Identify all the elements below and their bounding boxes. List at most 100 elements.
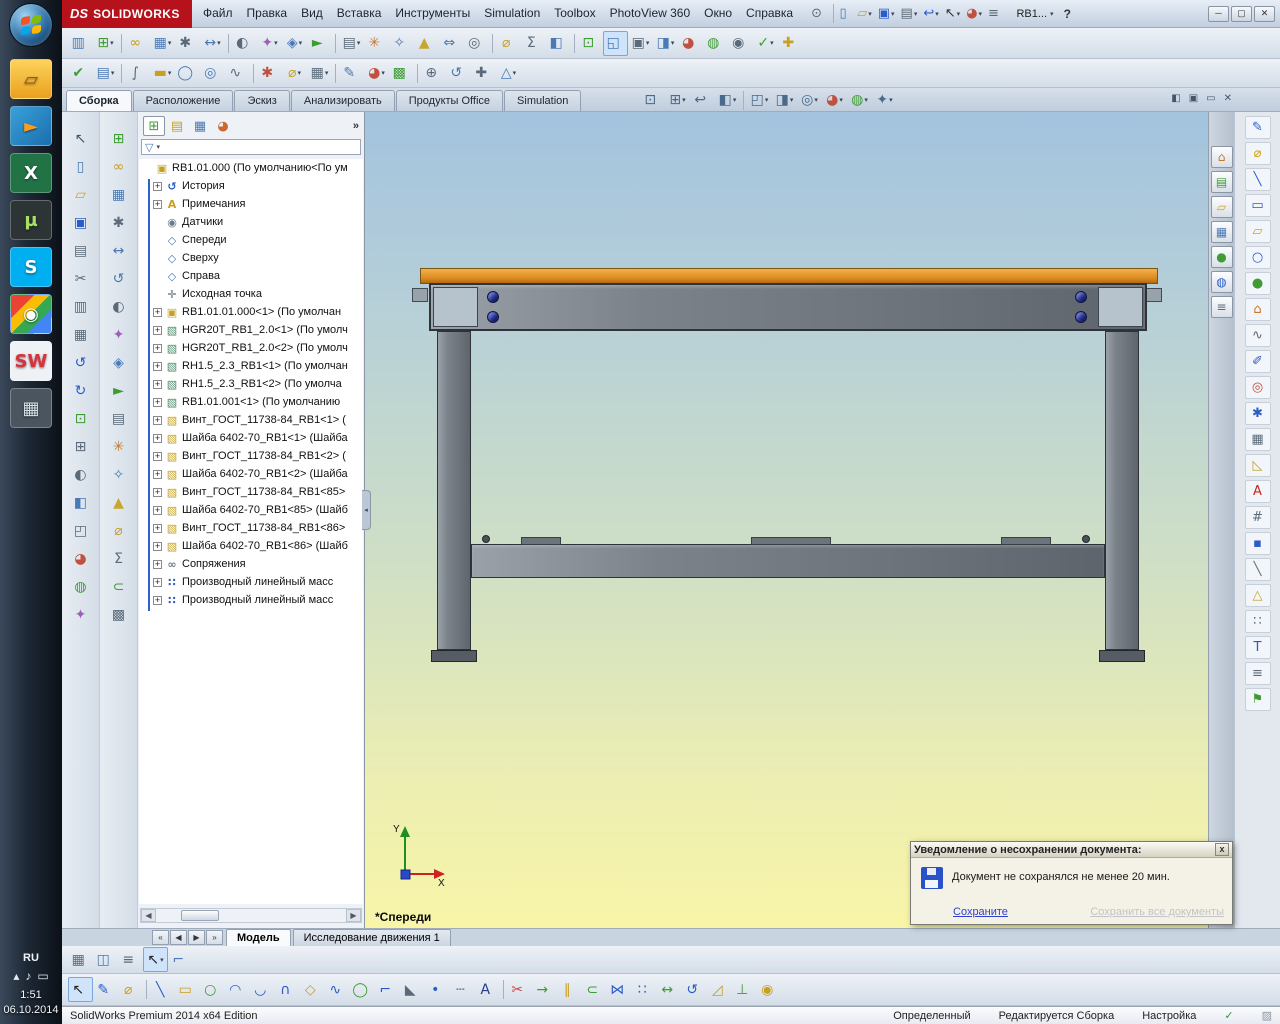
assembly-features-button[interactable]: ✦ ▾ (257, 31, 282, 56)
expand-icon[interactable]: + (153, 182, 162, 191)
vb-insert-components-button[interactable]: ⊞ (106, 126, 132, 151)
rt-folder-button[interactable]: ▱ (1245, 220, 1271, 243)
vb-move-component-button[interactable]: ↔ (106, 238, 132, 263)
bb-centerline-button[interactable]: ┄ ▾ (450, 977, 475, 1002)
ba-display-list-button[interactable]: ≡ ▾ (118, 947, 143, 972)
document-switcher[interactable]: RB1... ▾ (1016, 8, 1053, 20)
camera-views-button[interactable]: ◉ ▾ (728, 31, 753, 56)
bb-centerpoint-arc-button[interactable]: ◠ ▾ (225, 977, 250, 1002)
vb-smart-fasteners-button[interactable]: ✱ (106, 210, 132, 235)
tree-component-vint-2[interactable]: + ▧ Винт_ГОСТ_11738-84_RB1<2> ( (139, 447, 363, 465)
taskpane-custom-properties-tab[interactable]: ≡ (1211, 296, 1233, 318)
simulation-advisor-button[interactable]: ✓ ▾ (753, 31, 778, 56)
model-screw[interactable] (1075, 311, 1087, 323)
tab-configurationmanager[interactable]: ▦ (189, 116, 211, 136)
minimize-button[interactable]: ─ (1208, 6, 1229, 22)
tab-model[interactable]: Модель (226, 929, 291, 946)
graphics-area[interactable]: Y X *Спереди (365, 112, 1208, 928)
bb-3point-arc-button[interactable]: ∩ ▾ (275, 977, 300, 1002)
pan-button[interactable]: ✚ ▾ (471, 61, 496, 86)
expand-icon[interactable]: + (153, 542, 162, 551)
va-section-view-button[interactable]: ◧ (68, 490, 94, 515)
bb-line-button[interactable]: ╲ ▾ (150, 977, 175, 1002)
model-left-leg[interactable] (437, 331, 471, 650)
spell-checker-button[interactable]: ✔ ▾ (68, 61, 93, 86)
rt-dots-button[interactable]: ∷ (1245, 610, 1271, 633)
options-button[interactable]: ◕ ▾ (963, 3, 985, 25)
va-redo-button[interactable]: ↻ (68, 378, 94, 403)
format-painter-button[interactable]: ✎ ▾ (339, 61, 364, 86)
texture-button[interactable]: ▩ ▾ (389, 61, 414, 86)
hud-section-view-button[interactable]: ◧ ▾ (715, 90, 740, 110)
new-motion-study-button[interactable]: ► ▾ (307, 31, 332, 56)
expand-icon[interactable]: + (153, 488, 162, 497)
model-crossbar-clip[interactable] (1001, 537, 1051, 545)
taskpane-appearances-tab[interactable]: ● (1211, 246, 1233, 268)
expand-icon[interactable]: + (153, 506, 162, 515)
tray-display-icon[interactable]: ▭ (37, 969, 48, 983)
tab-propertymanager[interactable]: ▤ (166, 116, 188, 136)
magnetic-line-button[interactable]: ∿ ▾ (225, 61, 250, 86)
tree-component-vint-86[interactable]: + ▧ Винт_ГОСТ_11738-84_RB1<86> (139, 519, 363, 537)
undo-button[interactable]: ↩ ▾ (920, 3, 941, 25)
rt-warning-button[interactable]: △ (1245, 584, 1271, 607)
va-save-button[interactable]: ▣ (68, 210, 94, 235)
bb-scale-entities-button[interactable]: ◿ ▾ (707, 977, 732, 1002)
hud-hide-show-items-button[interactable]: ◎ ▾ (797, 90, 822, 110)
vb-external-references-button[interactable]: ⊂ (106, 574, 132, 599)
bb-rotate-entities-button[interactable]: ↺ ▾ (682, 977, 707, 1002)
taskbar-clock[interactable]: 1:51 06.10.2014 (3, 988, 58, 1018)
rt-home-button[interactable]: ⌂ (1245, 298, 1271, 321)
menu-insert[interactable]: Вставка (330, 0, 389, 27)
tree-mates-folder[interactable]: + ∞ Сопряжения (139, 555, 363, 573)
tab-layout[interactable]: Расположение (133, 90, 234, 111)
rt-star-button[interactable]: ✱ (1245, 402, 1271, 425)
rotate-view-button[interactable]: ↺ ▾ (446, 61, 471, 86)
rt-smart-dimension-button[interactable]: ⌀ (1245, 142, 1271, 165)
expand-icon[interactable]: + (153, 362, 162, 371)
tree-annotations-folder[interactable]: + A Примечания (139, 195, 363, 213)
taskbar-skype[interactable]: S (10, 247, 52, 287)
tree-component-vint-1[interactable]: + ▧ Винт_ГОСТ_11738-84_RB1<1> ( (139, 411, 363, 429)
bb-mirror-entities-button[interactable]: ⋈ ▾ (607, 977, 632, 1002)
rt-grid-button[interactable]: ▦ (1245, 428, 1271, 451)
note-button[interactable]: ▬ ▾ (150, 61, 175, 86)
tree-component-rb1-01-01-000-1[interactable]: + ▣ RB1.01.01.000<1> (По умолчан (139, 303, 363, 321)
bb-display-relations-button[interactable]: ⊥ ▾ (732, 977, 757, 1002)
bb-smart-dimension-button[interactable]: ⌀ ▾ (118, 977, 143, 1002)
tree-component-shayba-85[interactable]: + ▧ Шайба 6402-70_RB1<85> (Шайб (139, 501, 363, 519)
model-bolt[interactable] (482, 535, 490, 543)
tree-component-hgr20t-2[interactable]: + ▧ HGR20T_RB1_2.0<2> (По умолч (139, 339, 363, 357)
mate-button[interactable]: ∞ ▾ (125, 31, 150, 56)
bb-tangent-arc-button[interactable]: ◡ ▾ (250, 977, 275, 1002)
tree-component-rh15-2[interactable]: + ▧ RH1.5_2.3_RB1<2> (По умолча (139, 375, 363, 393)
expand-icon[interactable]: + (153, 524, 162, 533)
va-scene-button[interactable]: ◍ (68, 574, 94, 599)
smart-dimension-button[interactable]: ⌀ ▾ (282, 61, 307, 86)
tray-volume-icon[interactable]: ♪ (25, 969, 31, 983)
rt-sphere-button[interactable]: ● (1245, 272, 1271, 295)
vb-large-assembly-button[interactable]: ▩ (106, 602, 132, 627)
tree-filter-field[interactable]: ▽ ▾ (141, 139, 361, 155)
hud-zoom-to-area-button[interactable]: ⊞ ▾ (665, 90, 690, 110)
model-right-leg[interactable] (1105, 331, 1139, 650)
insert-components-button[interactable]: ⊞ ▾ (93, 31, 118, 56)
rt-t-button[interactable]: T (1245, 636, 1271, 659)
maximize-button[interactable]: ▢ (1231, 6, 1252, 22)
rt-line-button[interactable]: ╲ (1245, 168, 1271, 191)
taskpane-view-palette-tab[interactable]: ▦ (1211, 221, 1233, 243)
model-items-button[interactable]: ✱ ▾ (257, 61, 282, 86)
hud-edit-appearance-button[interactable]: ◕ ▾ (822, 90, 847, 110)
zoom-fit-button[interactable]: ⊡ ▾ (578, 31, 603, 56)
va-undo-button[interactable]: ↺ (68, 350, 94, 375)
model-right-leg-top[interactable] (1098, 287, 1143, 327)
isometric-view-button[interactable]: ◱ ▾ (603, 31, 628, 56)
clearance-verification-button[interactable]: ⇔ ▾ (439, 31, 464, 56)
pane-restore-button[interactable]: ▣ (1189, 93, 1198, 104)
rt-diagonal-button[interactable]: ╲ (1245, 558, 1271, 581)
tab-motion-study-1[interactable]: Исследование движения 1 (293, 929, 451, 946)
taskpane-design-library-tab[interactable]: ▤ (1211, 171, 1233, 193)
tab-featuremanager[interactable]: ⊞ (143, 116, 165, 136)
3d-drawing-view-button[interactable]: △ ▾ (496, 61, 521, 86)
bb-point-button[interactable]: • ▾ (425, 977, 450, 1002)
